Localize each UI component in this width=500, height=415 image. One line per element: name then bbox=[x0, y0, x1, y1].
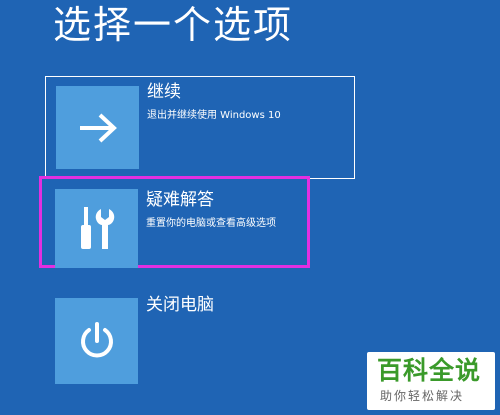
watermark-logo: 百科全说 助你轻松解决 bbox=[367, 352, 495, 410]
page-title: 选择一个选项 bbox=[53, 3, 294, 47]
option-continue[interactable]: 继续 退出并继续使用 Windows 10 bbox=[45, 76, 355, 179]
option-troubleshoot[interactable]: 疑难解答 重置你的电脑或查看高级选项 bbox=[39, 176, 310, 268]
continue-tile[interactable] bbox=[56, 86, 139, 169]
watermark-title: 百科全说 bbox=[377, 356, 482, 385]
troubleshoot-tile[interactable] bbox=[55, 189, 138, 268]
arrow-right-icon bbox=[79, 113, 117, 142]
screwdriver-wrench-icon bbox=[80, 206, 114, 249]
watermark-subtitle: 助你轻松解决 bbox=[380, 389, 465, 403]
option-continue-label: 继续 bbox=[147, 82, 181, 102]
option-troubleshoot-label: 疑难解答 bbox=[146, 190, 214, 210]
shutdown-tile[interactable] bbox=[55, 298, 138, 384]
option-troubleshoot-description: 重置你的电脑或查看高级选项 bbox=[146, 218, 276, 229]
option-shutdown-label: 关闭电脑 bbox=[146, 295, 214, 315]
option-continue-description: 退出并继续使用 Windows 10 bbox=[147, 110, 281, 121]
power-icon bbox=[80, 322, 113, 358]
option-shutdown[interactable]: 关闭电脑 bbox=[45, 295, 355, 388]
